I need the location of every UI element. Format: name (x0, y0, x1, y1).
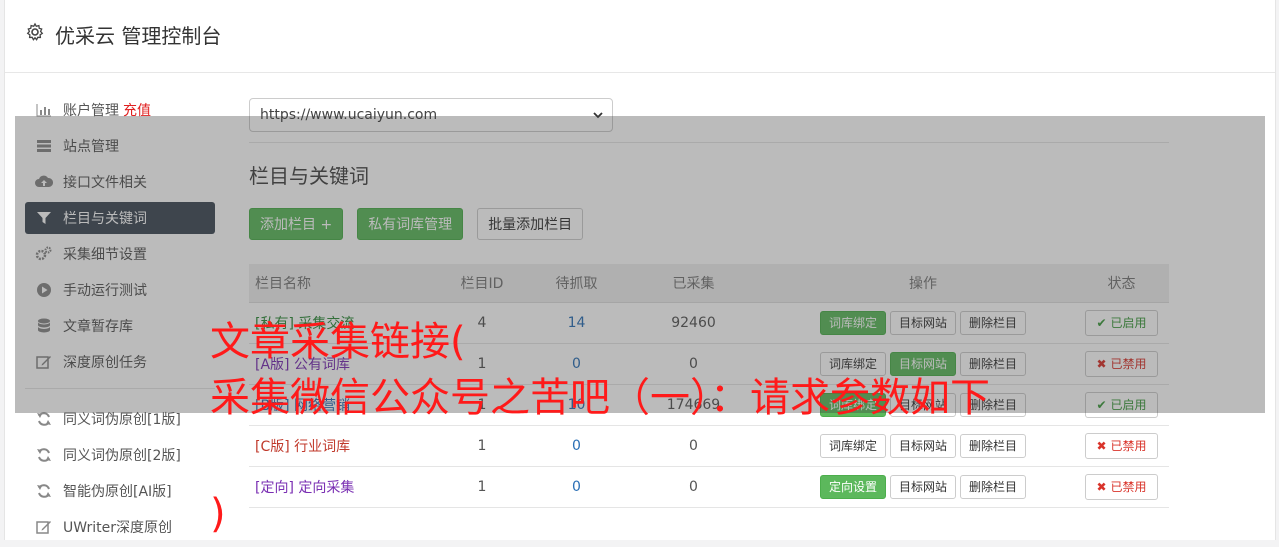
column-name-cell[interactable]: [C版] 行业词库 (249, 425, 426, 467)
column-tag: [C版] (255, 438, 290, 455)
overlay-caption-line-3: ) (210, 491, 226, 537)
refresh-icon (35, 446, 53, 464)
sidebar-item-label: 智能伪原创[AI版] (63, 484, 172, 500)
collected-count: 0 (615, 466, 772, 508)
x-icon: ✖ (1096, 479, 1107, 494)
column-name: 定向采集 (298, 479, 355, 496)
page-header: 优采云 管理控制台 (5, 0, 1275, 73)
sidebar-item-synonym-v2[interactable]: 同义词伪原创[2版] (25, 439, 215, 471)
gray-overlay (15, 116, 1265, 413)
sidebar-item-uwriter[interactable]: UWriter深度原创 (25, 511, 215, 543)
pending-count[interactable]: 0 (572, 479, 581, 495)
column-id: 1 (426, 425, 538, 467)
overlay-caption-line-1: 文章采集链接( (210, 319, 466, 365)
directed-settings-button[interactable]: 定向设置 (819, 474, 886, 499)
status-toggle[interactable]: ✖ 已禁用 (1085, 432, 1158, 459)
column-name-cell[interactable]: [定向] 定向采集 (249, 466, 426, 508)
column-name: 行业词库 (294, 438, 351, 455)
column-id: 1 (426, 466, 538, 508)
x-icon: ✖ (1096, 438, 1107, 453)
status-label: 已禁用 (1110, 439, 1147, 453)
bind-lexicon-button[interactable]: 词库绑定 (819, 433, 886, 458)
sidebar-item-label: 同义词伪原创[2版] (63, 448, 181, 464)
sidebar-item-ai-original[interactable]: 智能伪原创[AI版] (25, 475, 215, 507)
target-site-button[interactable]: 目标网站 (889, 474, 956, 499)
status-label: 已禁用 (1110, 480, 1147, 494)
table-row: [C版] 行业词库 1 0 0 词库绑定 目标网站 删除栏目 ✖ 已禁用 (249, 425, 1169, 467)
delete-column-button[interactable]: 删除栏目 (960, 433, 1027, 458)
sidebar-item-label: UWriter深度原创 (63, 520, 172, 536)
edit-icon (35, 518, 53, 536)
delete-column-button[interactable]: 删除栏目 (960, 474, 1027, 499)
gear-icon (26, 22, 44, 41)
refresh-icon (35, 482, 53, 500)
page-title: 优采云 管理控制台 (55, 24, 222, 48)
pending-count[interactable]: 0 (572, 438, 581, 454)
status-toggle[interactable]: ✖ 已禁用 (1085, 473, 1158, 500)
table-row: [定向] 定向采集 1 0 0 定向设置 目标网站 删除栏目 ✖ 已禁用 (249, 466, 1169, 508)
overlay-caption-line-2: 采集微信公众号之苦吧（一）：请求参数如下 (210, 375, 990, 421)
column-tag: [定向] (255, 479, 294, 496)
collected-count: 0 (615, 425, 772, 467)
target-site-button[interactable]: 目标网站 (889, 433, 956, 458)
